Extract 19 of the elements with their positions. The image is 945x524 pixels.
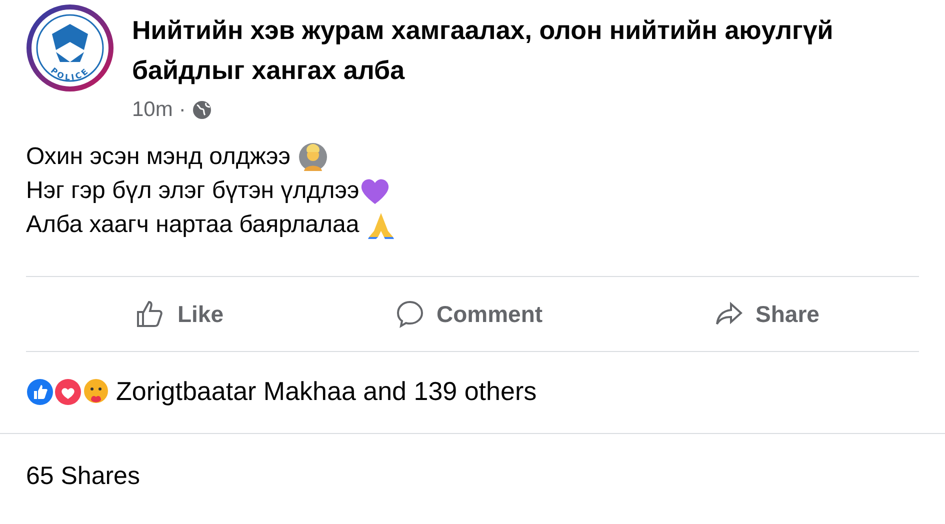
reactions-summary[interactable]: Zorigtbaatar Makhaa and 139 others bbox=[116, 376, 537, 407]
love-reaction-icon bbox=[54, 378, 82, 406]
like-reaction-icon bbox=[26, 378, 54, 406]
comment-button[interactable]: Comment bbox=[386, 295, 551, 333]
post-text-line: Охин эсэн мэнд олджээ bbox=[26, 142, 290, 172]
page-name[interactable]: Нийтийн хэв журам хамгаалах, олон нийтийн аюулгүй байдлыг хангах алба bbox=[132, 10, 862, 90]
avatar-logo[interactable]: POLICE bbox=[26, 4, 114, 92]
separator-dot: · bbox=[178, 98, 186, 122]
post-time[interactable]: 10m bbox=[132, 98, 173, 122]
like-button[interactable]: Like bbox=[127, 295, 232, 333]
globe-icon bbox=[192, 100, 212, 120]
care-reaction-icon bbox=[82, 378, 110, 406]
speech-bubble-icon bbox=[394, 299, 424, 329]
thumbs-up-icon bbox=[135, 299, 166, 329]
person-gesture-icon bbox=[298, 142, 328, 172]
post-text-line: Алба хаагч нартаа баярлалаа bbox=[26, 210, 360, 240]
post-text-line: Нэг гэр бүл элэг бүтэн үлдлээ bbox=[26, 176, 360, 206]
share-button[interactable]: Share bbox=[706, 295, 828, 333]
shares-count[interactable]: 65 Shares bbox=[0, 434, 945, 491]
